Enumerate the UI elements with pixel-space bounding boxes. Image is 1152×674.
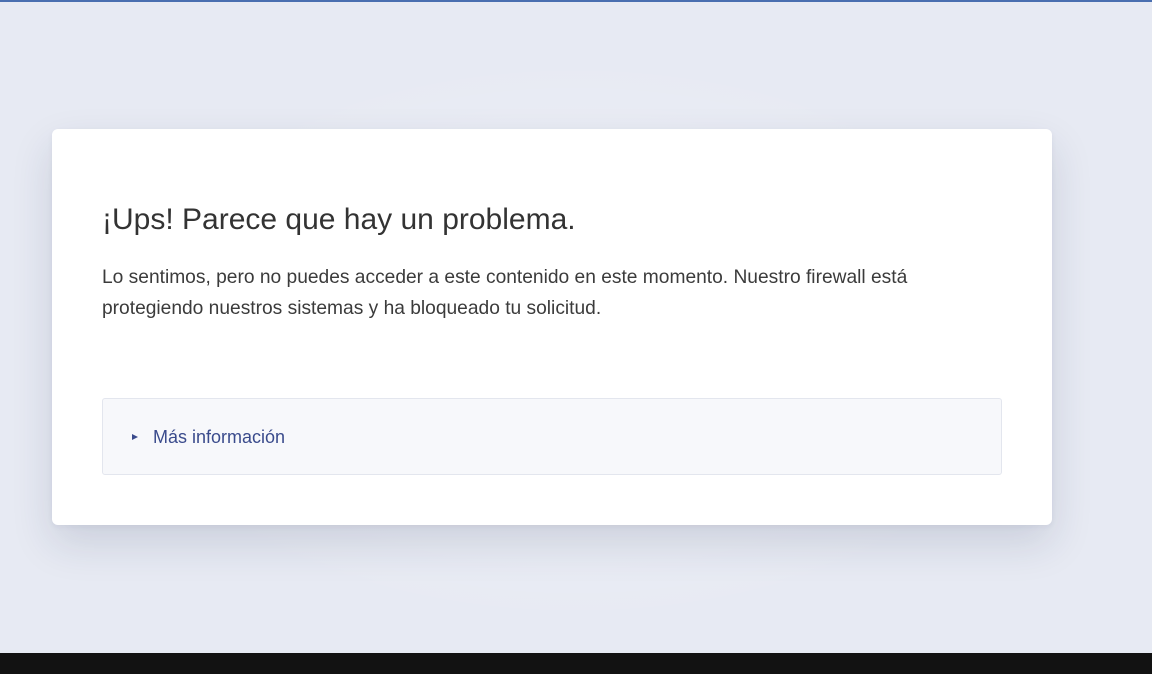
error-card: ¡Ups! Parece que hay un problema. Lo sen… bbox=[52, 129, 1052, 525]
error-message: Lo sentimos, pero no puedes acceder a es… bbox=[102, 267, 908, 319]
chevron-right-icon bbox=[132, 433, 138, 440]
more-info-disclosure[interactable]: Más información bbox=[102, 398, 1002, 475]
bottom-bar bbox=[0, 653, 1152, 674]
page-title: ¡Ups! Parece que hay un problema. bbox=[102, 203, 576, 236]
more-info-summary[interactable]: Más información bbox=[132, 399, 285, 474]
more-info-label: Más información bbox=[153, 426, 286, 447]
